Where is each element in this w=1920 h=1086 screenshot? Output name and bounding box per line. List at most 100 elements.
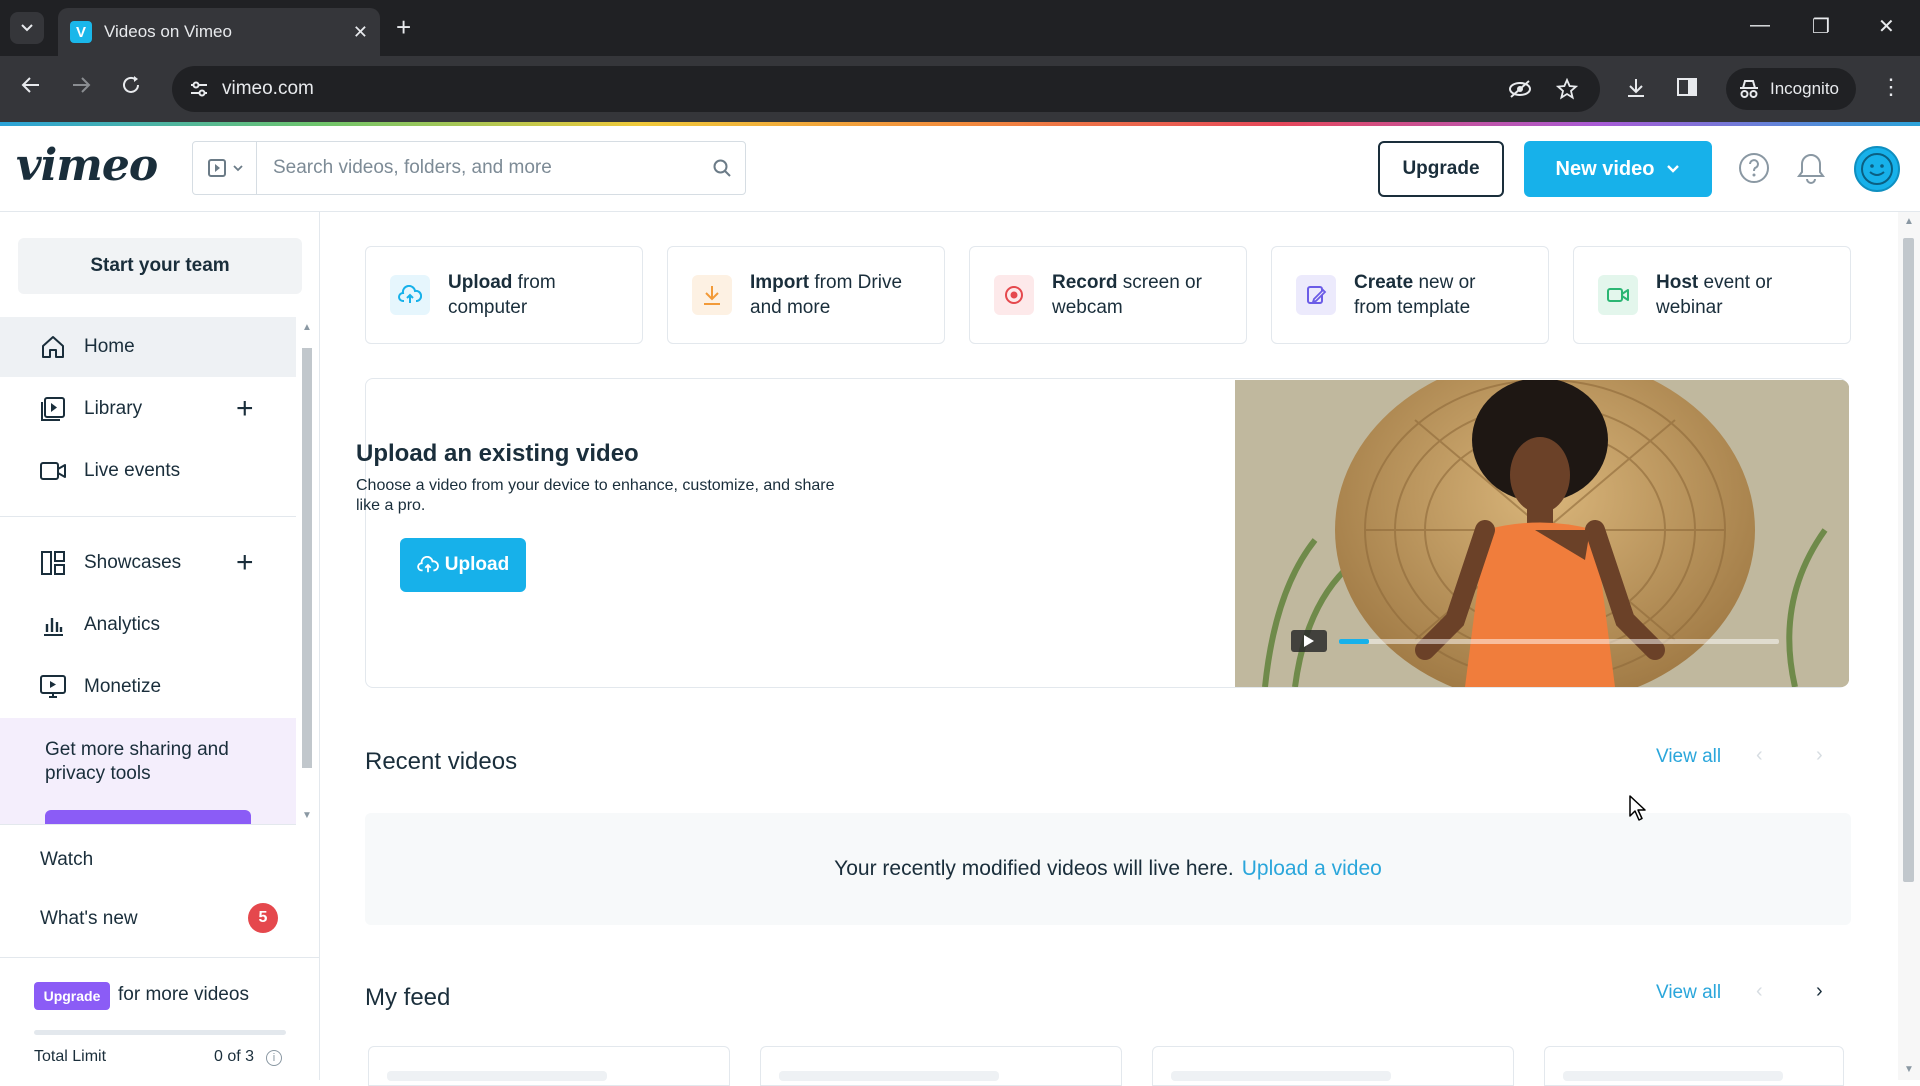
tab-search-button[interactable] — [10, 12, 44, 44]
hero-description: Choose a video from your device to enhan… — [356, 477, 835, 514]
tracking-protection-icon[interactable] — [1508, 66, 1532, 112]
upgrade-tag[interactable]: Upgrade — [34, 982, 110, 1010]
help-icon[interactable] — [1738, 152, 1770, 189]
total-limit-progress-bar — [34, 1030, 286, 1035]
url-text: vimeo.com — [222, 78, 314, 99]
window-close-icon[interactable]: ✕ — [1878, 14, 1895, 39]
camera-icon — [38, 456, 68, 486]
sidebar-scroll-thumb[interactable] — [302, 348, 312, 768]
scroll-up-icon[interactable]: ▲ — [1904, 216, 1914, 227]
scroll-down-icon[interactable]: ▼ — [302, 810, 312, 821]
prev-arrow-icon[interactable]: ‹ — [1756, 980, 1763, 1003]
downloads-icon[interactable] — [1624, 76, 1648, 105]
add-library-plus-icon[interactable]: + — [236, 394, 254, 424]
sidebar-item-monetize[interactable]: Monetize — [0, 657, 296, 717]
incognito-indicator[interactable]: Incognito — [1726, 68, 1856, 110]
search-icon[interactable] — [699, 158, 745, 178]
sidebar-item-library[interactable]: Library + — [0, 379, 296, 439]
incognito-icon — [1740, 80, 1758, 98]
side-panel-icon[interactable] — [1676, 76, 1698, 103]
site-info-icon[interactable] — [186, 76, 212, 102]
start-your-team-button[interactable]: Start your team — [18, 238, 302, 294]
showcase-icon — [38, 548, 68, 578]
chevron-down-icon — [21, 24, 33, 32]
sidebar-item-showcases[interactable]: Showcases + — [0, 533, 296, 593]
browser-tab[interactable]: V Videos on Vimeo ✕ — [58, 8, 380, 56]
create-icon — [1296, 275, 1336, 315]
next-arrow-icon[interactable]: › — [1816, 744, 1823, 767]
main-scrollbar[interactable]: ▲ ▼ — [1898, 212, 1920, 1080]
hero-title: Upload an existing video — [356, 440, 639, 467]
browser-menu-icon[interactable]: ⋮ — [1880, 76, 1902, 98]
feed-card[interactable] — [368, 1046, 730, 1086]
quick-action-text: Create new or from template — [1354, 272, 1476, 318]
video-camera-icon — [1598, 275, 1638, 315]
quick-action-text: Import from Drive and more — [750, 272, 903, 318]
sidebar-item-label: Library — [84, 398, 143, 419]
avatar[interactable] — [1854, 146, 1900, 192]
woman-in-rattan-chair-image — [1235, 380, 1849, 687]
my-feed-view-all-link[interactable]: View all — [1656, 982, 1721, 1004]
back-icon[interactable] — [20, 74, 42, 102]
upgrade-for-more-videos-text: for more videos — [118, 984, 249, 1005]
sidebar-scrollbar[interactable]: ▲ ▼ — [300, 322, 314, 822]
vimeo-logo[interactable]: vimeo — [16, 140, 158, 191]
sidebar-item-home[interactable]: Home — [0, 317, 296, 377]
search-scope-dropdown[interactable] — [193, 142, 257, 194]
quick-action-host[interactable]: Host event or webinar — [1573, 246, 1851, 344]
sidebar-item-label: Home — [84, 336, 135, 357]
upgrade-button[interactable]: Upgrade — [1378, 141, 1504, 197]
quick-action-text: Record screen or webcam — [1052, 272, 1202, 318]
quick-action-upload[interactable]: Upload from computer — [365, 246, 643, 344]
bookmark-star-icon[interactable] — [1556, 66, 1578, 112]
scroll-down-icon[interactable]: ▼ — [1904, 1064, 1914, 1075]
forward-icon[interactable] — [70, 74, 92, 102]
empty-state-text: Your recently modified videos will live … — [834, 857, 1234, 880]
recent-videos-view-all-link[interactable]: View all — [1656, 746, 1721, 768]
new-video-label: New video — [1555, 157, 1655, 180]
quick-action-text: Upload from computer — [448, 272, 556, 318]
reload-icon[interactable] — [120, 74, 142, 102]
sidebar-divider — [0, 516, 296, 517]
mouse-cursor-icon — [1628, 794, 1648, 827]
notifications-bell-icon[interactable] — [1796, 152, 1826, 189]
quick-action-record[interactable]: Record screen or webcam — [969, 246, 1247, 344]
quick-action-import[interactable]: Import from Drive and more — [667, 246, 945, 344]
sidebar-link-watch[interactable]: Watch — [40, 849, 93, 871]
my-feed-title: My feed — [365, 984, 451, 1011]
feed-card[interactable] — [1544, 1046, 1844, 1086]
upload-a-video-link[interactable]: Upload a video — [1242, 857, 1382, 881]
home-icon — [38, 332, 68, 362]
search-bar — [192, 141, 746, 195]
address-bar[interactable]: vimeo.com — [172, 66, 1600, 112]
scroll-up-icon[interactable]: ▲ — [302, 322, 312, 333]
sidebar-item-label: Live events — [84, 460, 181, 481]
hero-upload-button[interactable]: Upload — [400, 538, 526, 592]
new-video-button[interactable]: New video — [1524, 141, 1712, 197]
sidebar-item-live-events[interactable]: Live events — [0, 441, 296, 501]
sidebar-link-whats-new[interactable]: What's new — [40, 908, 138, 930]
quick-action-create[interactable]: Create new or from template — [1271, 246, 1549, 344]
feed-card[interactable] — [760, 1046, 1122, 1086]
minimize-icon[interactable]: — — [1750, 14, 1770, 37]
sidebar-divider — [0, 824, 296, 825]
feed-card[interactable] — [1152, 1046, 1514, 1086]
chevron-down-icon — [232, 165, 243, 172]
tab-close-icon[interactable]: ✕ — [353, 22, 368, 43]
next-arrow-icon[interactable]: › — [1816, 980, 1823, 1003]
smiley-avatar-icon — [1861, 153, 1893, 185]
tab-title: Videos on Vimeo — [104, 22, 232, 41]
search-input[interactable] — [257, 142, 699, 194]
main-scroll-thumb[interactable] — [1903, 238, 1914, 882]
new-tab-button[interactable]: + — [396, 14, 411, 40]
sidebar-item-analytics[interactable]: Analytics — [0, 595, 296, 655]
hero-video-thumbnail[interactable] — [1235, 380, 1849, 687]
restore-icon[interactable]: ❐ — [1812, 14, 1830, 39]
recent-videos-title: Recent videos — [365, 748, 518, 775]
promo-upgrade-button[interactable]: Upgrade — [45, 810, 251, 824]
video-progress-bar[interactable] — [1339, 639, 1779, 644]
info-icon[interactable]: i — [266, 1050, 282, 1066]
prev-arrow-icon[interactable]: ‹ — [1756, 744, 1763, 767]
add-showcase-plus-icon[interactable]: + — [236, 548, 254, 578]
recent-videos-empty-state: Your recently modified videos will live … — [365, 813, 1851, 925]
